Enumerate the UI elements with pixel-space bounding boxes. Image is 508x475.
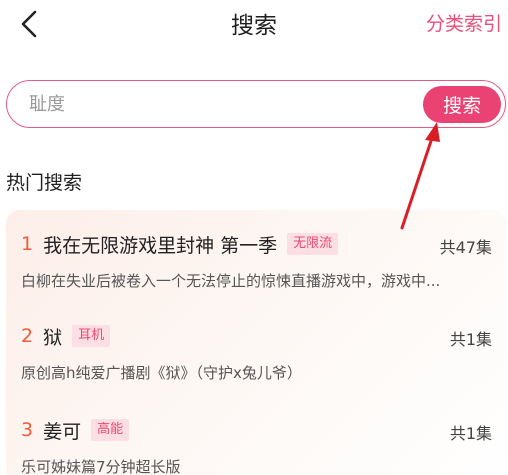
episode-count: 共1集 bbox=[449, 424, 492, 443]
episode-count: 共1集 bbox=[449, 330, 492, 349]
list-item[interactable]: 3 姜可 高能 共1集 乐可姊妹篇7分钟超长版 bbox=[6, 416, 506, 475]
item-header: 1 我在无限游戏里封神 第一季 无限流 bbox=[21, 230, 339, 258]
hot-search-heading: 热门搜索 bbox=[6, 172, 83, 194]
header: 搜索 分类索引 bbox=[0, 0, 508, 48]
rank-number: 1 bbox=[21, 233, 34, 255]
item-title: 姜可 bbox=[43, 420, 82, 443]
item-description: 原创高h纯爱广播剧《狱》（守护x兔儿爷） bbox=[21, 364, 302, 382]
item-description: 乐可姊妹篇7分钟超长版 bbox=[21, 458, 181, 475]
item-header: 2 狱 耳机 bbox=[21, 322, 111, 350]
item-tag: 耳机 bbox=[72, 325, 111, 347]
search-button[interactable]: 搜索 bbox=[423, 86, 501, 123]
category-index-link[interactable]: 分类索引 bbox=[426, 9, 502, 36]
item-header: 3 姜可 高能 bbox=[21, 416, 130, 444]
hot-search-list: 1 我在无限游戏里封神 第一季 无限流 共47集 白柳在失业后被卷入一个无法停止… bbox=[6, 210, 506, 475]
search-input[interactable] bbox=[29, 89, 409, 119]
item-tag: 无限流 bbox=[287, 233, 339, 255]
item-title: 我在无限游戏里封神 第一季 bbox=[43, 234, 278, 257]
item-tag: 高能 bbox=[91, 419, 130, 441]
rank-number: 2 bbox=[21, 325, 34, 347]
list-item[interactable]: 1 我在无限游戏里封神 第一季 无限流 共47集 白柳在失业后被卷入一个无法停止… bbox=[6, 230, 506, 300]
item-description: 白柳在失业后被卷入一个无法停止的惊悚直播游戏中，游戏中... bbox=[21, 272, 441, 290]
search-page: 搜索 分类索引 搜索 热门搜索 1 我在无限游戏里封神 第一季 无限流 共47集… bbox=[0, 0, 508, 475]
search-bar: 搜索 bbox=[6, 80, 506, 128]
episode-count: 共47集 bbox=[439, 238, 492, 257]
rank-number: 3 bbox=[21, 419, 34, 441]
item-title: 狱 bbox=[43, 326, 63, 349]
list-item[interactable]: 2 狱 耳机 共1集 原创高h纯爱广播剧《狱》（守护x兔儿爷） bbox=[6, 322, 506, 392]
